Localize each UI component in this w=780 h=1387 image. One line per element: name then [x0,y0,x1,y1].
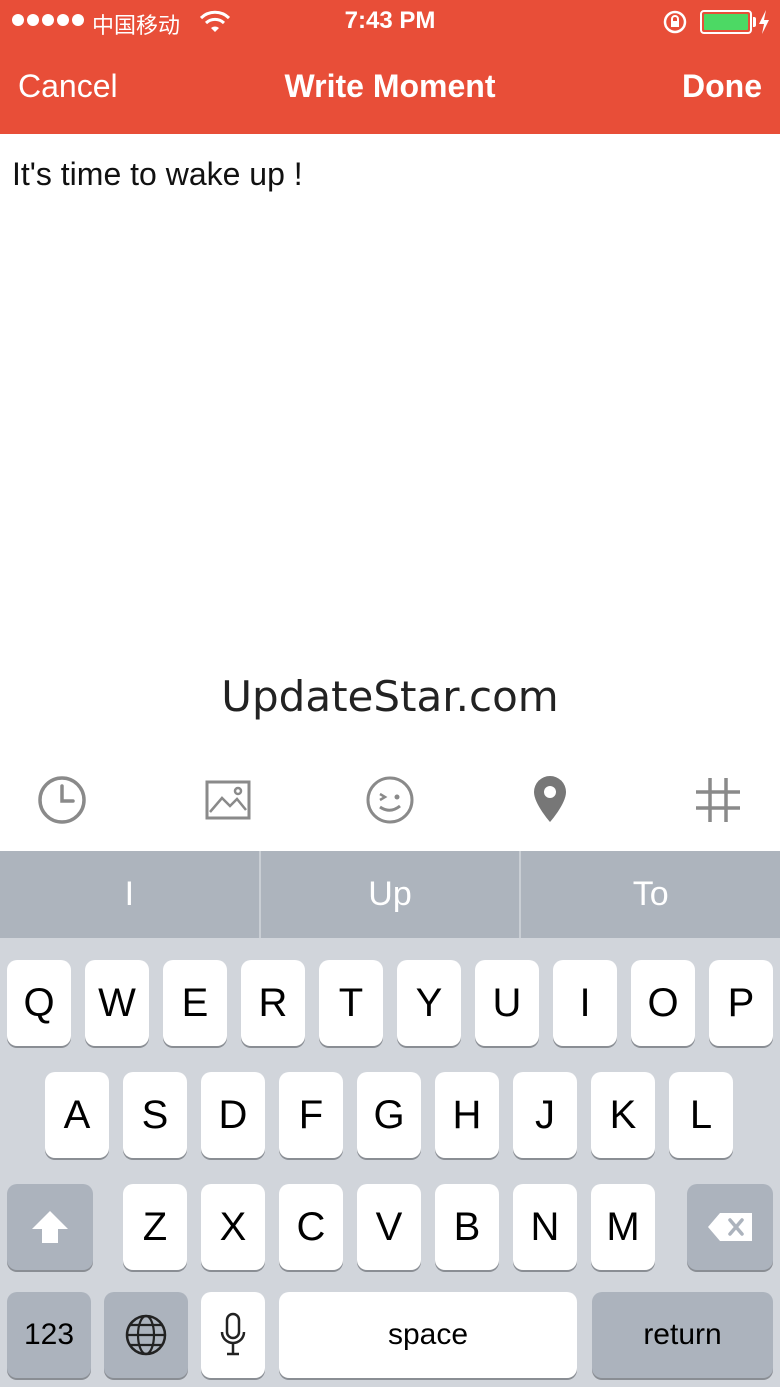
suggestion-item[interactable]: I [0,851,261,938]
return-key[interactable]: return [592,1292,773,1378]
key-o[interactable]: O [631,960,695,1046]
key-d[interactable]: D [201,1072,265,1158]
battery-tip [753,17,756,27]
suggestion-bar: I Up To [0,851,780,938]
key-i[interactable]: I [553,960,617,1046]
key-g[interactable]: G [357,1072,421,1158]
shift-key[interactable] [7,1184,93,1270]
backspace-key[interactable] [687,1184,773,1270]
key-s[interactable]: S [123,1072,187,1158]
header: 中国移动 7:43 PM Cancel Write Moment Done [0,0,780,134]
numbers-key[interactable]: 123 [7,1292,91,1378]
done-button[interactable]: Done [682,68,762,105]
suggestion-item[interactable]: To [521,851,780,938]
hashtag-icon[interactable] [690,772,746,828]
suggestion-item[interactable]: Up [261,851,522,938]
key-t[interactable]: T [319,960,383,1046]
key-h[interactable]: H [435,1072,499,1158]
key-v[interactable]: V [357,1184,421,1270]
shift-arrow-icon [32,1211,68,1243]
globe-icon [125,1314,167,1356]
cancel-button[interactable]: Cancel [18,68,118,105]
space-key[interactable]: space [279,1292,577,1378]
charging-bolt-icon [757,9,771,35]
key-b[interactable]: B [435,1184,499,1270]
compose-toolbar [0,748,780,852]
moment-text: It's time to wake up ! [12,156,303,192]
key-f[interactable]: F [279,1072,343,1158]
image-icon[interactable] [200,772,256,828]
status-bar: 中国移动 7:43 PM [0,0,780,44]
key-y[interactable]: Y [397,960,461,1046]
key-e[interactable]: E [163,960,227,1046]
key-j[interactable]: J [513,1072,577,1158]
key-k[interactable]: K [591,1072,655,1158]
clock-icon[interactable] [34,772,90,828]
key-a[interactable]: A [45,1072,109,1158]
key-r[interactable]: R [241,960,305,1046]
emoji-icon[interactable] [362,772,418,828]
key-l[interactable]: L [669,1072,733,1158]
microphone-key[interactable] [201,1292,265,1378]
location-pin-icon[interactable] [522,772,578,828]
key-z[interactable]: Z [123,1184,187,1270]
backspace-icon [708,1213,752,1241]
key-q[interactable]: Q [7,960,71,1046]
battery-icon [700,10,752,34]
globe-key[interactable] [104,1292,188,1378]
moment-text-area[interactable]: It's time to wake up ! [0,134,780,748]
keyboard: Q W E R T Y U I O P A S D F G H J K L Z … [0,938,780,1387]
key-x[interactable]: X [201,1184,265,1270]
key-c[interactable]: C [279,1184,343,1270]
microphone-icon [220,1312,246,1356]
watermark: UpdateStar.com [221,672,559,721]
orientation-lock-icon [662,9,688,35]
key-n[interactable]: N [513,1184,577,1270]
key-m[interactable]: M [591,1184,655,1270]
key-w[interactable]: W [85,960,149,1046]
key-p[interactable]: P [709,960,773,1046]
key-u[interactable]: U [475,960,539,1046]
